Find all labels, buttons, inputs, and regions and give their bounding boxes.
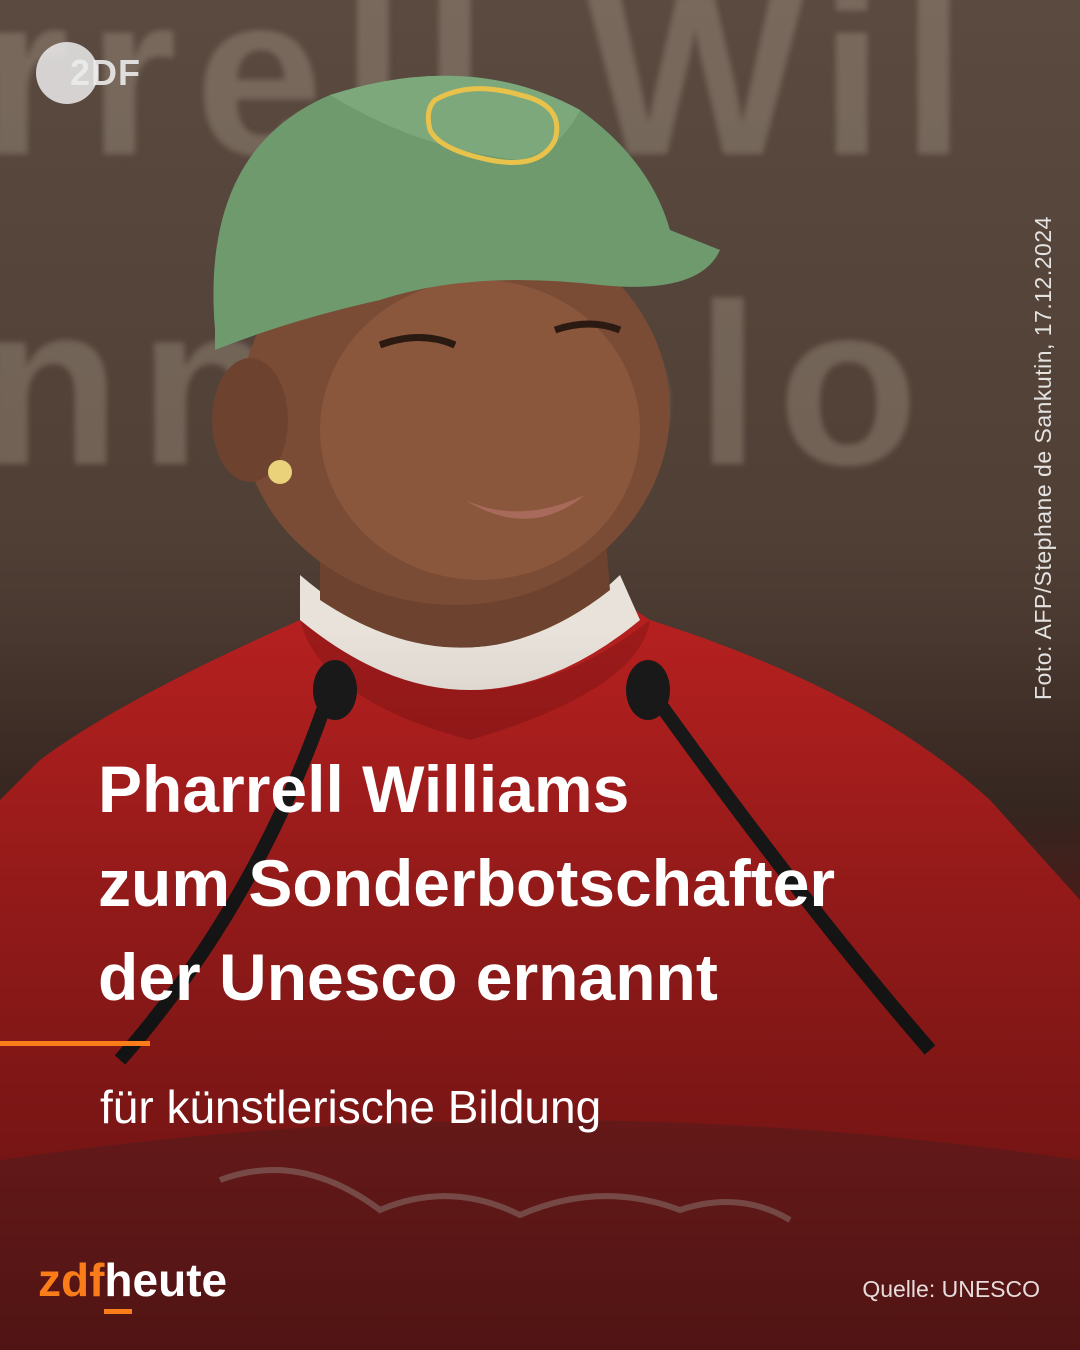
accent-divider [0, 1041, 150, 1046]
photo-credit: Foto: AFP/Stephane de Sankutin, 17.12.20… [1030, 216, 1056, 700]
source-label: Quelle: UNESCO [862, 1276, 1040, 1302]
logo-heute: heute [104, 1254, 227, 1314]
headline-line-1: Pharrell Williams [98, 752, 630, 826]
zdfheute-logo: zdfheute [38, 1253, 227, 1314]
headline-line-3: der Unesco ernannt [98, 940, 718, 1014]
subline: für künstlerische Bildung [100, 1081, 602, 1133]
headline-line-2: zum Sonderbotschafter [98, 846, 836, 920]
logo-underline-mark [104, 1309, 133, 1314]
headline: Pharrell Williams zum Sonderbotschafter … [98, 742, 998, 1024]
logo-zdf: zdf [38, 1254, 105, 1306]
zdf-watermark-text: 2DF [70, 52, 142, 93]
news-card: rrell Wil nno olo 2D [0, 0, 1080, 1350]
